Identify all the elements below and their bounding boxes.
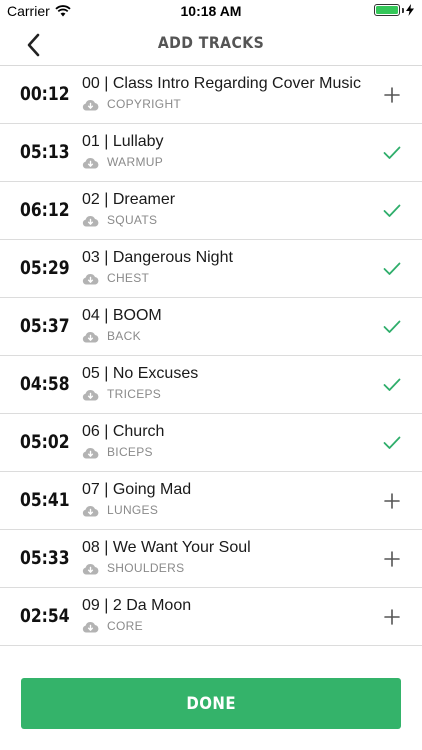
track-subline: SHOULDERS [82, 561, 184, 575]
track-list[interactable]: 00:12 00 | Class Intro Regarding Cover Mu… [0, 66, 422, 662]
cloud-download-icon [82, 156, 99, 169]
track-row[interactable]: 05:37 04 | BOOM BACK [0, 298, 422, 356]
track-duration: 05:33 [20, 547, 70, 569]
track-duration: 05:29 [20, 257, 70, 279]
track-row[interactable]: 02:54 09 | 2 Da Moon CORE [0, 588, 422, 646]
track-title: 02 | Dreamer [82, 191, 176, 208]
track-subline: COPYRIGHT [82, 97, 181, 111]
track-category: COPYRIGHT [107, 97, 182, 111]
track-category: BACK [107, 329, 141, 343]
track-row[interactable]: 00:12 00 | Class Intro Regarding Cover Mu… [0, 66, 422, 124]
track-category: SQUATS [107, 213, 158, 227]
battery-indicator [374, 4, 414, 16]
status-bar: Carrier 10:18 AM [0, 0, 422, 24]
track-duration: 06:12 [20, 199, 70, 221]
track-category: CORE [107, 619, 143, 633]
track-subline: WARMUP [82, 155, 163, 169]
cloud-download-icon [82, 330, 99, 343]
track-subline: SQUATS [82, 213, 157, 227]
track-duration: 05:13 [20, 141, 70, 163]
track-duration: 00:12 [20, 83, 70, 105]
charging-bolt-icon [406, 4, 414, 16]
track-title: 04 | BOOM [82, 307, 162, 324]
track-category: LUNGES [107, 503, 159, 517]
track-subline: BACK [82, 329, 141, 343]
page-title: ADD TRACKS [157, 33, 265, 52]
cloud-download-icon [82, 620, 99, 633]
checkmark-icon[interactable] [382, 201, 402, 221]
track-subline: CHEST [82, 271, 149, 285]
checkmark-icon[interactable] [382, 375, 402, 395]
track-title: 03 | Dangerous Night [82, 249, 233, 266]
track-category: TRICEPS [107, 387, 162, 401]
track-duration: 02:54 [20, 605, 70, 627]
track-title: 05 | No Excuses [82, 365, 199, 382]
track-title: 07 | Going Mad [82, 481, 192, 498]
checkmark-icon[interactable] [382, 143, 402, 163]
track-category: CHEST [107, 271, 150, 285]
checkmark-icon[interactable] [382, 317, 402, 337]
cloud-download-icon [82, 388, 99, 401]
track-title: 08 | We Want Your Soul [82, 539, 251, 556]
plus-icon[interactable] [382, 607, 402, 627]
checkmark-icon[interactable] [382, 259, 402, 279]
track-category: SHOULDERS [107, 561, 185, 575]
track-row[interactable]: 05:13 01 | Lullaby WARMUP [0, 124, 422, 182]
track-row[interactable]: 05:29 03 | Dangerous Night CHEST [0, 240, 422, 298]
cloud-download-icon [82, 98, 99, 111]
track-duration: 05:37 [20, 315, 70, 337]
cloud-download-icon [82, 214, 99, 227]
track-subline: BICEPS [82, 445, 153, 459]
track-duration: 04:58 [20, 373, 70, 395]
track-category: WARMUP [107, 155, 164, 169]
done-button-label: DONE [186, 693, 236, 714]
track-category: BICEPS [107, 445, 153, 459]
clock: 10:18 AM [180, 3, 242, 19]
plus-icon[interactable] [382, 85, 402, 105]
track-subline: TRICEPS [82, 387, 161, 401]
cloud-download-icon [82, 562, 99, 575]
track-duration: 05:02 [20, 431, 70, 453]
checkmark-icon[interactable] [382, 433, 402, 453]
cloud-download-icon [82, 504, 99, 517]
track-row[interactable]: 05:33 08 | We Want Your Soul SHOULDERS [0, 530, 422, 588]
track-subline: LUNGES [82, 503, 158, 517]
track-duration: 05:41 [20, 489, 70, 511]
navigation-bar: ADD TRACKS [0, 24, 422, 66]
track-row[interactable]: 06:12 02 | Dreamer SQUATS [0, 182, 422, 240]
track-title: 09 | 2 Da Moon [82, 597, 192, 614]
track-row[interactable]: 05:41 07 | Going Mad LUNGES [0, 472, 422, 530]
footer: DONE [0, 662, 422, 750]
battery-icon [374, 4, 400, 16]
done-button[interactable]: DONE [21, 678, 401, 729]
track-row[interactable]: 04:58 05 | No Excuses TRICEPS [0, 356, 422, 414]
track-subline: CORE [82, 619, 143, 633]
track-title: 00 | Class Intro Regarding Cover Music [82, 75, 361, 92]
track-title: 06 | Church [82, 423, 165, 440]
track-title: 01 | Lullaby [82, 133, 164, 150]
cloud-download-icon [82, 272, 99, 285]
plus-icon[interactable] [382, 549, 402, 569]
cloud-download-icon [82, 446, 99, 459]
plus-icon[interactable] [382, 491, 402, 511]
track-row[interactable]: 05:02 06 | Church BICEPS [0, 414, 422, 472]
